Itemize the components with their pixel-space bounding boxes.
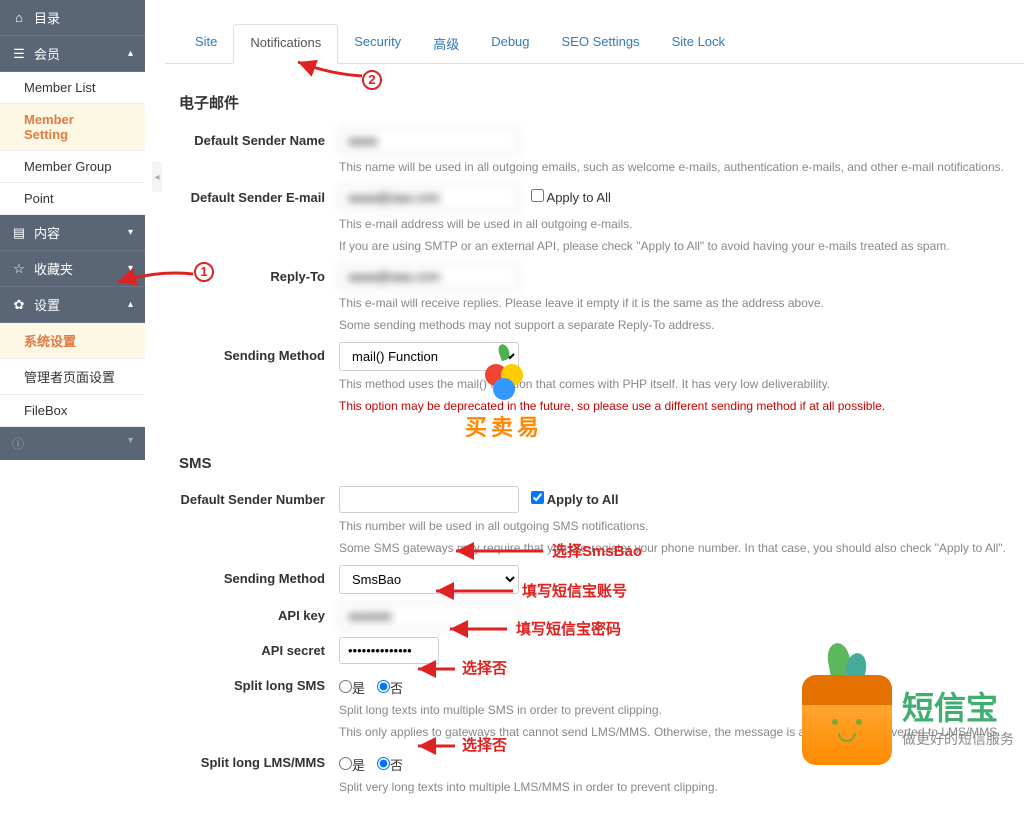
sidebar-section-content[interactable]: ▤ 内容 ▾ bbox=[0, 215, 145, 251]
label-api-secret: API secret bbox=[179, 637, 339, 658]
select-sms-method[interactable]: SmsBao bbox=[339, 565, 519, 594]
label-sender-number: Default Sender Number bbox=[179, 486, 339, 507]
sidebar-section-member[interactable]: ☰ 会员 ▴ bbox=[0, 36, 145, 72]
tab-advanced[interactable]: 高级 bbox=[417, 24, 475, 63]
sidebar-item-member-setting[interactable]: Member Setting bbox=[0, 104, 145, 151]
tab-site[interactable]: Site bbox=[179, 24, 233, 63]
row-api-secret: API secret bbox=[179, 637, 1010, 664]
desc: Split long texts into multiple SMS in or… bbox=[339, 701, 1010, 719]
help-icon: ⓘ bbox=[12, 437, 24, 451]
sidebar-label: 会员 bbox=[34, 44, 60, 63]
label-sender-email: Default Sender E-mail bbox=[179, 184, 339, 205]
sidebar-sub-member: Member List Member Setting Member Group … bbox=[0, 72, 145, 215]
gear-icon: ✿ bbox=[12, 298, 26, 312]
sidebar-section-catalog[interactable]: ⌂ 目录 bbox=[0, 0, 145, 36]
checkbox-apply-all-email[interactable] bbox=[531, 189, 544, 202]
radio-split-sms-no[interactable] bbox=[377, 680, 390, 693]
radio-split-sms-yes[interactable] bbox=[339, 680, 352, 693]
row-sms-method: Sending Method SmsBao bbox=[179, 565, 1010, 594]
users-icon: ☰ bbox=[12, 47, 26, 61]
sidebar-section-settings[interactable]: ✿ 设置 ▴ bbox=[0, 287, 145, 323]
chevron-up-icon: ▴ bbox=[128, 299, 133, 310]
checkbox-apply-all-sms[interactable] bbox=[531, 491, 544, 504]
sidebar-help[interactable]: ⓘ▾ bbox=[0, 427, 145, 460]
sidebar-label: 内容 bbox=[34, 223, 60, 242]
desc: This e-mail address will be used in all … bbox=[339, 215, 1010, 233]
content: 电子邮件 Default Sender Name This name will … bbox=[165, 64, 1024, 824]
sidebar-item-admin-page[interactable]: 管理者页面设置 bbox=[0, 359, 145, 395]
desc: This only applies to gateways that canno… bbox=[339, 723, 1010, 741]
select-email-method[interactable]: mail() Function bbox=[339, 342, 519, 371]
input-sender-email[interactable] bbox=[339, 184, 519, 211]
input-api-secret[interactable] bbox=[339, 637, 439, 664]
row-api-key: API key bbox=[179, 602, 1010, 629]
input-api-key[interactable] bbox=[339, 602, 519, 629]
input-sender-name[interactable] bbox=[339, 127, 519, 154]
label-sms-method: Sending Method bbox=[179, 565, 339, 586]
sidebar-section-favorites[interactable]: ☆ 收藏夹 ▾ bbox=[0, 251, 145, 287]
desc: Split very long texts into multiple LMS/… bbox=[339, 778, 1010, 796]
sidebar-label: 设置 bbox=[34, 295, 60, 314]
home-icon: ⌂ bbox=[12, 11, 26, 25]
sidebar-collapse-handle[interactable]: ◂ bbox=[152, 162, 162, 192]
main: Site Notifications Security 高级 Debug SEO… bbox=[165, 0, 1024, 775]
input-sender-number[interactable] bbox=[339, 486, 519, 513]
sidebar-item-system-settings[interactable]: 系统设置 bbox=[0, 323, 145, 359]
label-split-sms: Split long SMS bbox=[179, 672, 339, 693]
desc: Some sending methods may not support a s… bbox=[339, 316, 1010, 334]
sidebar-item-point[interactable]: Point bbox=[0, 183, 145, 215]
tab-debug[interactable]: Debug bbox=[475, 24, 545, 63]
row-reply-to: Reply-To This e-mail will receive replie… bbox=[179, 263, 1010, 334]
row-split-sms: Split long SMS 是 否 Split long texts into… bbox=[179, 672, 1010, 741]
desc: This e-mail will receive replies. Please… bbox=[339, 294, 1010, 312]
tab-security[interactable]: Security bbox=[338, 24, 417, 63]
row-sender-email: Default Sender E-mail Apply to All This … bbox=[179, 184, 1010, 255]
chevron-down-icon: ▾ bbox=[128, 435, 133, 446]
desc: If you are using SMTP or an external API… bbox=[339, 237, 1010, 255]
sidebar: ⌂ 目录 ☰ 会员 ▴ Member List Member Setting M… bbox=[0, 0, 145, 460]
input-reply-to[interactable] bbox=[339, 263, 519, 290]
row-sender-name: Default Sender Name This name will be us… bbox=[179, 127, 1010, 176]
desc: This name will be used in all outgoing e… bbox=[339, 158, 1010, 176]
radio-split-lms-yes[interactable] bbox=[339, 757, 352, 770]
radio-split-lms-no[interactable] bbox=[377, 757, 390, 770]
chevron-down-icon: ▾ bbox=[128, 263, 133, 274]
star-icon: ☆ bbox=[12, 262, 26, 276]
sidebar-item-filebox[interactable]: FileBox bbox=[0, 395, 145, 427]
desc-warning: This option may be deprecated in the fut… bbox=[339, 397, 1010, 415]
sidebar-label: 收藏夹 bbox=[34, 259, 73, 278]
chevron-down-icon: ▾ bbox=[128, 227, 133, 238]
sidebar-label: 目录 bbox=[34, 8, 60, 27]
label-email-method: Sending Method bbox=[179, 342, 339, 363]
doc-icon: ▤ bbox=[12, 226, 26, 240]
desc: Some SMS gateways may require that you p… bbox=[339, 539, 1010, 557]
tab-bar: Site Notifications Security 高级 Debug SEO… bbox=[165, 0, 1024, 64]
label-api-key: API key bbox=[179, 602, 339, 623]
desc: This number will be used in all outgoing… bbox=[339, 517, 1010, 535]
row-split-lms: Split long LMS/MMS 是 否 Split very long t… bbox=[179, 749, 1010, 796]
tab-notifications[interactable]: Notifications bbox=[233, 24, 338, 64]
sidebar-item-member-group[interactable]: Member Group bbox=[0, 151, 145, 183]
label-sender-name: Default Sender Name bbox=[179, 127, 339, 148]
row-email-method: Sending Method mail() Function This meth… bbox=[179, 342, 1010, 415]
desc: This method uses the mail() function tha… bbox=[339, 375, 1010, 393]
section-title-sms: SMS bbox=[179, 455, 1010, 472]
section-title-email: 电子邮件 bbox=[179, 92, 1010, 113]
tab-seo[interactable]: SEO Settings bbox=[546, 24, 656, 63]
tab-sitelock[interactable]: Site Lock bbox=[656, 24, 741, 63]
row-sender-number: Default Sender Number Apply to All This … bbox=[179, 486, 1010, 557]
sidebar-item-member-list[interactable]: Member List bbox=[0, 72, 145, 104]
chevron-up-icon: ▴ bbox=[128, 48, 133, 59]
sidebar-sub-settings: 系统设置 管理者页面设置 FileBox bbox=[0, 323, 145, 427]
label-reply-to: Reply-To bbox=[179, 263, 339, 284]
label-split-lms: Split long LMS/MMS bbox=[179, 749, 339, 770]
